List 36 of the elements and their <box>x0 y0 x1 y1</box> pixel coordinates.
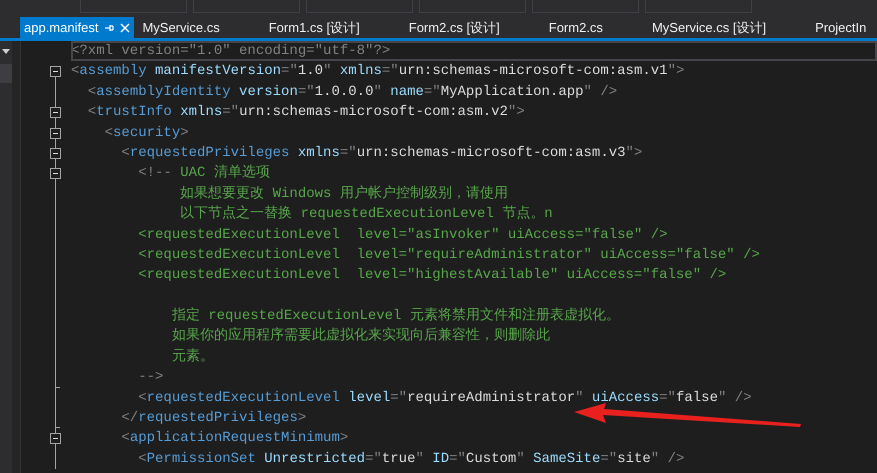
collapse-icon[interactable] <box>50 168 61 180</box>
code-line: <security> <box>104 124 189 143</box>
code-line: <requestedExecutionLevel level="requireAdministrator" uiAccess="false" /> <box>137 246 760 265</box>
editor-tab[interactable]: Form1.cs [设计] <box>264 17 405 38</box>
code-line: --> <box>137 368 164 388</box>
code-line: <trustInfo xmlns="urn:schemas-microsoft-com:asm.v2"> <box>86 103 525 122</box>
code-line: 如果你的应用程序需要此虚拟化来实现向后兼容性，则删除此 <box>170 326 550 346</box>
code-line: <!-- UAC 清单选项 <box>137 164 270 184</box>
code-line: <applicationRequestMinimum> <box>120 429 348 448</box>
collapse-icon[interactable] <box>50 128 61 139</box>
code-line: 指定 requestedExecutionLevel 元素将禁用文件和注册表虚拟化。 <box>170 306 620 326</box>
code-line: <requestedExecutionLevel level="highestAvailable" uiAccess="false" /> <box>137 266 726 286</box>
code-line: <requestedExecutionLevel level="requireAdministrator" uiAccess="false" /> <box>137 388 752 408</box>
editor-tab[interactable]: Form2.cs <box>544 17 648 38</box>
editor-tab[interactable]: MyService.cs [设计] <box>648 17 812 38</box>
pin-icon[interactable] <box>104 22 114 32</box>
editor-tab[interactable]: MyService.cs <box>138 17 265 38</box>
code-line: <assembly manifestVersion="1.0" xmlns="urn:schemas-microsoft-com:asm.v1"> <box>71 62 684 82</box>
code-line: 元素。 <box>170 347 214 367</box>
code-line: </requestedPrivileges> <box>120 409 306 428</box>
collapse-icon[interactable] <box>50 148 61 159</box>
code-line: 如果想要更改 Windows 用户帐户控制级别，请使用 <box>179 184 508 204</box>
code-line: <PermissionSet Unrestricted="true" ID="Custom" SameSite="site" /> <box>137 450 684 469</box>
dropdown-caret-icon[interactable] <box>2 49 10 54</box>
editor-tab[interactable]: app.manifest <box>20 17 134 38</box>
close-icon[interactable] <box>120 22 130 32</box>
code-line: <assemblyIdentity version="1.0.0.0" name="MyApplication.app" /> <box>86 82 618 102</box>
collapse-icon[interactable] <box>50 433 61 444</box>
collapse-icon[interactable] <box>50 66 61 78</box>
code-line: <requestedExecutionLevel level="asInvoker" uiAccess="false" /> <box>137 226 668 245</box>
collapse-icon[interactable] <box>50 107 61 118</box>
editor-tab[interactable]: Form2.cs [设计] <box>404 17 545 38</box>
code-line: <?xml version="1.0" encoding="utf-8"?> <box>71 41 877 62</box>
code-line: <requestedPrivileges xmlns="urn:schemas-microsoft-com:asm.v3"> <box>120 144 642 163</box>
code-line: 以下节点之一替换 requestedExecutionLevel 节点。n <box>179 204 553 224</box>
editor-tab[interactable]: ProjectIn <box>811 17 877 38</box>
